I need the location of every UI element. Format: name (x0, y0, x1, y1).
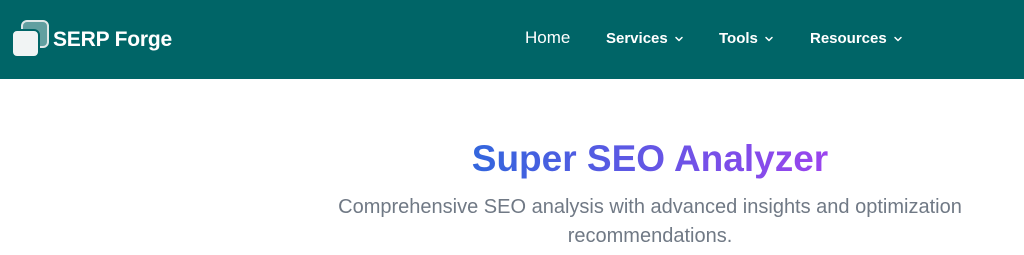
nav-item-tools-label: Tools (719, 29, 758, 47)
nav-item-services-label: Services (606, 29, 668, 47)
nav-item-tools[interactable]: Tools (719, 25, 774, 51)
page-title: Super SEO Analyzer (0, 137, 1024, 181)
nav-item-services[interactable]: Services (606, 25, 684, 51)
page-title-text: Super SEO Analyzer (471, 137, 829, 179)
top-navigation-bar: SERP Forge Home Services Tools Resources (0, 0, 1024, 79)
nav-item-home[interactable]: Home (525, 25, 570, 51)
chevron-down-icon (764, 34, 774, 44)
chevron-down-icon (674, 34, 684, 44)
main-navigation: Home Services Tools Resources (0, 25, 1024, 51)
nav-item-home-label: Home (525, 28, 571, 47)
chevron-down-icon (893, 34, 903, 44)
nav-item-resources-label: Resources (810, 29, 887, 47)
page-subtitle: Comprehensive SEO analysis with advanced… (338, 196, 962, 247)
nav-item-resources[interactable]: Resources (810, 25, 903, 51)
